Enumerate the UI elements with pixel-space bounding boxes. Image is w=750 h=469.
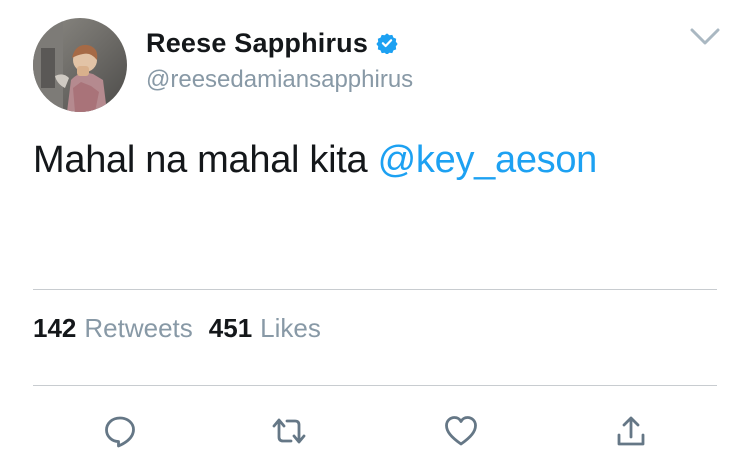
reply-icon [105, 416, 135, 448]
share-button[interactable] [611, 411, 651, 451]
display-name[interactable]: Reese Sapphirus [146, 28, 368, 59]
tweet-stats: 142 Retweets 451 Likes [33, 313, 321, 344]
chevron-down-icon[interactable] [690, 28, 720, 46]
divider-bottom [33, 385, 717, 386]
like-button[interactable] [441, 411, 481, 451]
likes-stat[interactable]: 451 Likes [209, 313, 321, 344]
tweet-body: Mahal na mahal kita [33, 139, 378, 181]
verified-badge-icon [376, 32, 398, 55]
avatar[interactable] [33, 18, 127, 112]
reply-button[interactable] [100, 411, 140, 451]
heart-icon [445, 416, 477, 446]
tweet-card: Reese Sapphirus @reesedamiansapphirus Ma… [0, 0, 750, 469]
likes-count: 451 [208, 313, 253, 343]
user-handle[interactable]: @reesedamiansapphirus [146, 66, 413, 94]
tweet-text: Mahal na mahal kita @key_aeson [33, 139, 597, 182]
retweets-count: 142 [33, 313, 77, 343]
likes-label: Likes [260, 313, 321, 343]
retweets-stat[interactable]: 142 Retweets [33, 313, 193, 344]
divider-top [33, 289, 717, 290]
mention-link[interactable]: @key_aeson [378, 139, 598, 181]
retweet-button[interactable] [269, 411, 309, 451]
retweets-label: Retweets [84, 313, 193, 343]
retweet-icon [272, 418, 306, 444]
display-name-row: Reese Sapphirus [146, 26, 398, 60]
share-icon [617, 416, 645, 446]
